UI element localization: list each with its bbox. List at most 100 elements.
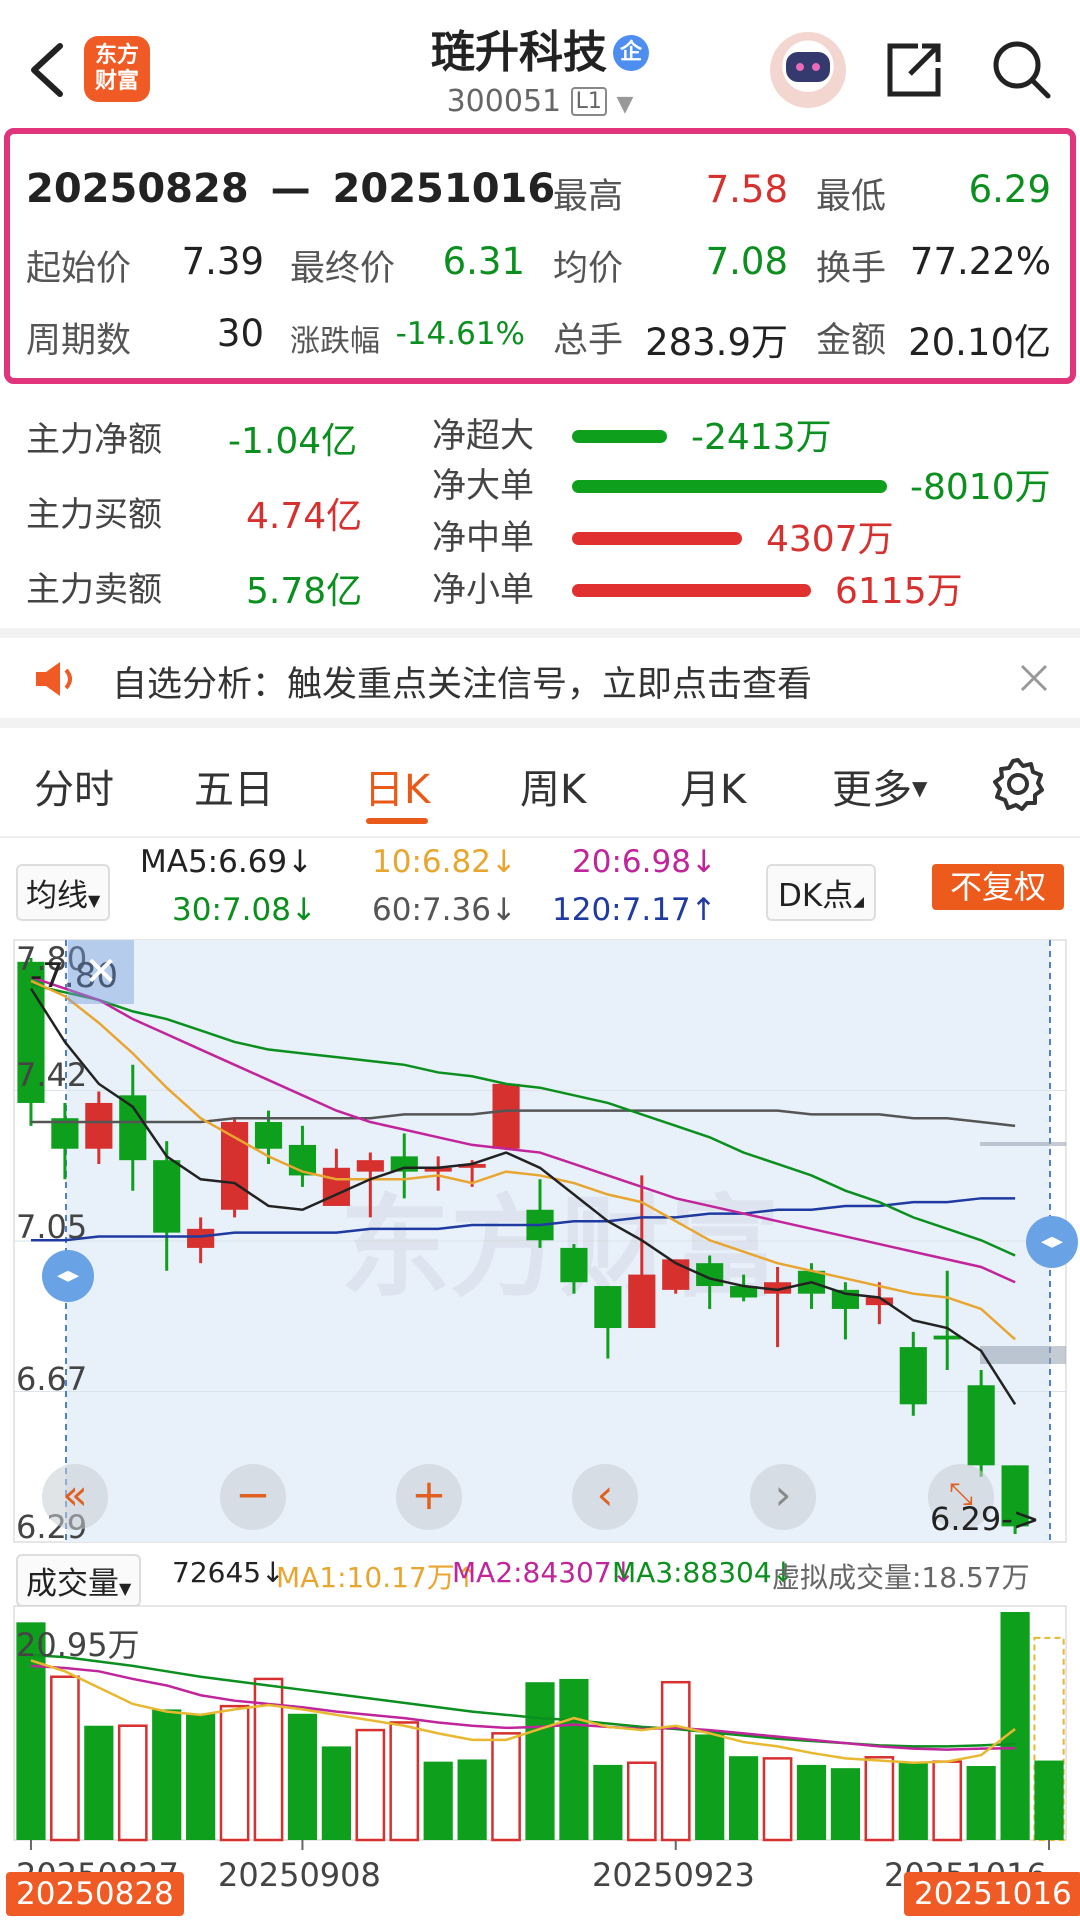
order-flow-bar xyxy=(572,430,667,443)
x-label-2: 20250908 xyxy=(218,1856,381,1894)
tab-intraday[interactable]: 分时 xyxy=(34,757,114,815)
volume-bar-down xyxy=(525,1682,555,1840)
chevron-down-icon: ▼ xyxy=(616,92,634,117)
candle-down xyxy=(967,1385,995,1466)
candle-down xyxy=(594,1286,622,1329)
open-label: 起始价 xyxy=(26,249,132,289)
tab-more[interactable]: 更多▼ xyxy=(832,757,927,815)
volume-max-label: 20.95万 xyxy=(16,1626,140,1664)
tab-monthly-k[interactable]: 月K xyxy=(680,757,746,815)
order-flow-label: 净小单 xyxy=(432,570,534,610)
volume-selector-label: 成交量 xyxy=(26,1566,119,1602)
ma60-label: 60:7.36↓ xyxy=(372,892,517,928)
ma30-label: 30:7.08↓ xyxy=(172,892,317,928)
dk-point-selector[interactable]: DK点◢ xyxy=(766,864,876,921)
price-marker-bar xyxy=(980,1346,1066,1364)
main-buy-value: 4.74亿 xyxy=(246,496,363,537)
tab-weekly-k[interactable]: 周K xyxy=(520,757,586,815)
volume-bar-down xyxy=(898,1762,928,1840)
settings-gear-icon[interactable] xyxy=(990,756,1046,812)
stock-code: 300051 xyxy=(446,84,562,119)
volume-value: 72645↓ xyxy=(172,1556,285,1589)
order-flow-value: -2413万 xyxy=(691,417,832,458)
end-date-badge: 20251016 xyxy=(904,1872,1080,1916)
volume-bar-down xyxy=(457,1759,487,1840)
close-crosshair-button[interactable]: ✕ xyxy=(68,940,134,1004)
periods-label: 周期数 xyxy=(26,321,132,361)
assistant-face-icon xyxy=(786,52,830,82)
caret-down-icon: ▼ xyxy=(88,891,101,910)
volume-bar-up xyxy=(932,1760,963,1842)
candle-up xyxy=(221,1122,249,1210)
watermark: 东方财富 xyxy=(340,1184,780,1312)
ma10-label: 10:6.82↓ xyxy=(372,844,517,880)
volume-bar-up xyxy=(626,1761,657,1842)
zoom-out-button[interactable]: − xyxy=(220,1464,286,1530)
volume-bar-up xyxy=(219,1704,250,1842)
close-icon[interactable] xyxy=(1018,662,1050,694)
order-flow-value: -8010万 xyxy=(910,467,1051,508)
candle-down xyxy=(560,1247,588,1283)
volume-bar-down xyxy=(186,1713,216,1840)
amount-value: 20.10亿 xyxy=(908,321,1051,364)
volume-bar-down xyxy=(830,1768,861,1840)
order-flow-bar xyxy=(572,480,887,493)
share-icon[interactable] xyxy=(884,38,944,100)
volume-selector[interactable]: 成交量▼ xyxy=(16,1554,142,1607)
virtual-volume-label: 虚拟成交量:18.57万 xyxy=(772,1561,1030,1594)
top-bar: 东方 财富 琏升科技企 300051 L1 ▼ xyxy=(0,0,1080,122)
range-sep: — xyxy=(270,166,311,212)
x-label-3: 20250923 xyxy=(592,1856,755,1894)
volume-bar-down xyxy=(729,1756,759,1840)
enterprise-badge: 企 xyxy=(613,35,649,71)
low-label: 最低 xyxy=(816,177,887,217)
tab-five-day[interactable]: 五日 xyxy=(194,757,274,815)
volume-chart[interactable] xyxy=(0,1604,1080,1852)
volume-bar-down xyxy=(84,1725,114,1840)
vol-ma1-label: MA1:10.17万↑ xyxy=(276,1561,479,1594)
right-drag-handle-icon[interactable]: ◂▸ xyxy=(1026,1216,1078,1268)
banner-text[interactable]: 自选分析：触发重点关注信号，立即点击查看 xyxy=(112,656,812,707)
tab-daily-k[interactable]: 日K xyxy=(364,757,430,815)
order-flow-value: 4307万 xyxy=(766,519,894,560)
range-start: 20250828 xyxy=(26,166,249,212)
volume-bar-down xyxy=(695,1734,725,1840)
volume-bar-down xyxy=(321,1746,351,1840)
ma-selector-label: 均线 xyxy=(26,878,88,914)
volume-bar-up xyxy=(389,1721,420,1842)
turnover-label: 换手 xyxy=(816,249,887,289)
volume-bar-down xyxy=(1034,1760,1064,1840)
vol-ma2-label: MA2:84307↓ xyxy=(452,1556,636,1589)
ma-selector[interactable]: 均线▼ xyxy=(16,864,111,921)
close-value: 6.31 xyxy=(442,240,525,283)
tabs-divider xyxy=(0,836,1080,838)
candle-down xyxy=(254,1122,283,1149)
adjust-mode-button[interactable]: 不复权 xyxy=(932,864,1064,910)
caret-down-icon: ▼ xyxy=(119,1579,132,1598)
left-drag-handle-icon[interactable]: ◂▸ xyxy=(42,1250,94,1302)
avg-value: 7.08 xyxy=(705,240,788,283)
scroll-left-button[interactable]: ‹ xyxy=(572,1464,638,1530)
open-value: 7.39 xyxy=(181,240,264,283)
candle-up xyxy=(492,1083,520,1149)
kline-chart[interactable]: 东方财富 xyxy=(0,936,1080,1546)
volume-bar-up xyxy=(864,1756,895,1842)
speaker-icon xyxy=(36,662,72,696)
volume-bar-down xyxy=(796,1764,827,1840)
order-flow-value: 6115万 xyxy=(835,571,963,612)
order-flow-bar xyxy=(572,532,742,545)
stock-name: 琏升科技 xyxy=(431,27,607,78)
zoom-in-button[interactable]: + xyxy=(396,1464,462,1530)
scroll-to-start-button[interactable]: « xyxy=(42,1464,108,1530)
range-end: 20251016 xyxy=(332,166,556,212)
candle-up xyxy=(85,1102,113,1149)
volume-bar-down xyxy=(152,1709,182,1840)
candle-up xyxy=(322,1167,350,1206)
main-sell-value: 5.78亿 xyxy=(246,571,363,612)
volume-bar-down xyxy=(559,1678,589,1840)
y-label-2: 7.42 xyxy=(16,1056,88,1094)
scroll-right-button[interactable]: › xyxy=(750,1464,816,1530)
search-icon[interactable] xyxy=(990,38,1052,100)
avg-label: 均价 xyxy=(553,249,624,289)
main-net-label: 主力净额 xyxy=(26,420,162,460)
